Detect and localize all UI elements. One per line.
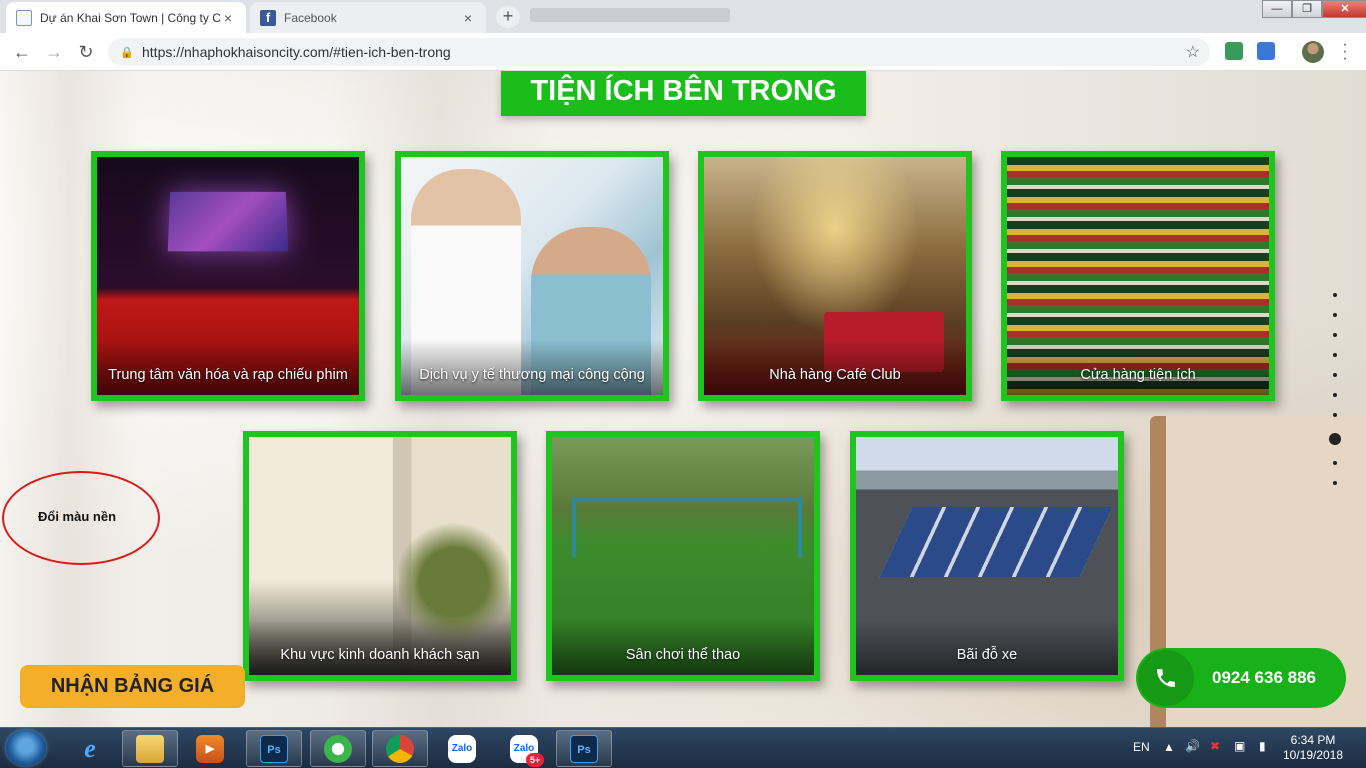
bookmark-star-icon[interactable]: ☆ [1186, 42, 1200, 62]
section-nav-dot[interactable] [1333, 353, 1337, 357]
section-nav-dot[interactable] [1333, 461, 1337, 465]
close-tab-icon[interactable]: × [220, 10, 236, 26]
clock-time: 6:34 PM [1290, 733, 1336, 747]
taskbar-file-explorer[interactable] [122, 730, 178, 767]
windows-taskbar: e ▶ Ps Zalo Zalo 5+ Ps EN ▲ 🔊 ✖ ▣ ▮ 6:34… [0, 727, 1366, 768]
address-bar[interactable]: 🔒 https://nhaphokhaisoncity.com/#tien-ic… [108, 38, 1210, 66]
tab-facebook[interactable]: f Facebook × [250, 2, 486, 33]
amenity-card-parking[interactable]: Bãi đỗ xe [850, 431, 1124, 681]
network-warning-icon[interactable]: ✖ [1210, 739, 1220, 768]
back-arrow-icon[interactable]: ← [10, 40, 34, 64]
section-nav-dot[interactable] [1333, 373, 1337, 377]
section-nav-dot[interactable] [1333, 333, 1337, 337]
amenity-caption: Cửa hàng tiện ích [1007, 339, 1269, 395]
amenity-caption: Khu vực kinh doanh khách sạn [249, 619, 511, 675]
section-nav-dot[interactable] [1333, 413, 1337, 417]
folder-icon [136, 734, 164, 763]
taskbar-coccoc[interactable] [310, 730, 366, 767]
taskbar-internet-explorer[interactable]: e [62, 730, 118, 767]
window-controls: — ❐ ✕ [1262, 0, 1366, 20]
amenity-caption: Nhà hàng Café Club [704, 339, 966, 395]
tab-strip: Dự án Khai Sơn Town | Công ty C × f Face… [0, 0, 1366, 33]
amenity-card-cinema[interactable]: Trung tâm văn hóa và rạp chiếu phim [91, 151, 365, 401]
page-content: TIỆN ÍCH BÊN TRONG Trung tâm văn hóa và … [0, 71, 1366, 727]
taskbar-media-player[interactable]: ▶ [182, 730, 238, 767]
language-indicator[interactable]: EN [1133, 740, 1150, 768]
menu-kebab-icon[interactable]: · · · [1338, 37, 1352, 67]
phone-number: 0924 636 886 [1212, 668, 1316, 687]
close-window-button[interactable]: ✕ [1322, 0, 1366, 18]
page-icon [16, 9, 32, 26]
taskbar-chrome[interactable] [372, 730, 428, 767]
taskbar-photoshop-second[interactable]: Ps [556, 730, 612, 767]
blurred-tab-area [530, 8, 730, 22]
get-price-list-button[interactable]: NHẬN BẢNG GIÁ [20, 665, 245, 708]
zalo-icon: Zalo [448, 734, 476, 763]
tab-khai-son-town[interactable]: Dự án Khai Sơn Town | Công ty C × [6, 2, 246, 33]
system-clock[interactable]: 6:34 PM 10/19/2018 [1280, 733, 1346, 763]
forward-arrow-icon[interactable]: → [42, 40, 66, 64]
change-background-button[interactable]: Đổi màu nền [38, 509, 116, 524]
photoshop-icon: Ps [570, 734, 598, 763]
chrome-icon [386, 734, 414, 763]
clock-date: 10/19/2018 [1282, 748, 1344, 762]
browser-toolbar: ← → ↻ 🔒 https://nhaphokhaisoncity.com/#t… [0, 33, 1366, 71]
zalo-icon: Zalo 5+ [510, 734, 544, 767]
section-nav-dot[interactable] [1329, 433, 1341, 445]
facebook-icon: f [260, 9, 276, 26]
section-nav-dot[interactable] [1333, 393, 1337, 397]
minimize-button[interactable]: — [1262, 0, 1292, 18]
close-tab-icon[interactable]: × [460, 10, 476, 26]
notification-badge: 5+ [526, 752, 544, 767]
tab-title: Facebook [284, 10, 337, 25]
amenity-card-shop[interactable]: Cửa hàng tiện ích [1001, 151, 1275, 401]
section-nav-dot[interactable] [1333, 481, 1337, 485]
amenity-card-hotel[interactable]: Khu vực kinh doanh khách sạn [243, 431, 517, 681]
taskbar-photoshop[interactable]: Ps [246, 730, 302, 767]
volume-icon[interactable]: 🔊 [1185, 739, 1200, 768]
taskbar-zalo-second[interactable]: Zalo 5+ [496, 730, 552, 767]
section-nav-dot[interactable] [1333, 293, 1337, 297]
coccoc-browser-icon [324, 734, 352, 763]
media-player-icon: ▶ [196, 734, 224, 763]
amenity-card-restaurant[interactable]: Nhà hàng Café Club [698, 151, 972, 401]
photoshop-icon: Ps [260, 734, 288, 763]
section-title: TIỆN ÍCH BÊN TRONG [501, 71, 866, 116]
phone-icon [1138, 650, 1194, 706]
amenity-caption: Sân chơi thể thao [552, 619, 814, 675]
action-center-icon[interactable]: ▣ [1234, 739, 1245, 768]
amenity-caption: Dịch vụ y tế thương mại công cộng [401, 339, 663, 395]
amenity-caption: Bãi đỗ xe [856, 619, 1118, 675]
internet-explorer-icon: e [84, 733, 96, 763]
url-text: https://nhaphokhaisoncity.com/#tien-ich-… [142, 44, 451, 60]
lock-icon: 🔒 [120, 47, 134, 59]
signal-bars-icon[interactable]: ▮ [1259, 739, 1266, 768]
start-button[interactable] [6, 730, 46, 766]
profile-avatar[interactable] [1302, 41, 1324, 63]
tab-title: Dự án Khai Sơn Town | Công ty C [40, 10, 220, 25]
new-tab-button[interactable]: + [496, 6, 520, 28]
extension-icon[interactable] [1257, 42, 1275, 60]
amenity-card-sports[interactable]: Sân chơi thể thao [546, 431, 820, 681]
amenity-caption: Trung tâm văn hóa và rạp chiếu phim [97, 339, 359, 395]
taskbar-zalo[interactable]: Zalo [434, 730, 490, 767]
amenity-card-medical[interactable]: Dịch vụ y tế thương mại công cộng [395, 151, 669, 401]
section-nav-dot[interactable] [1333, 313, 1337, 317]
extension-icon[interactable] [1225, 42, 1243, 60]
show-hidden-icons-arrow[interactable]: ▲ [1163, 740, 1175, 768]
zalo-label: Zalo [513, 742, 535, 754]
reload-icon[interactable]: ↻ [74, 40, 98, 64]
maximize-button[interactable]: ❐ [1292, 0, 1322, 18]
section-nav-dots [1329, 293, 1341, 501]
call-hotline-button[interactable]: 0924 636 886 [1136, 648, 1346, 708]
